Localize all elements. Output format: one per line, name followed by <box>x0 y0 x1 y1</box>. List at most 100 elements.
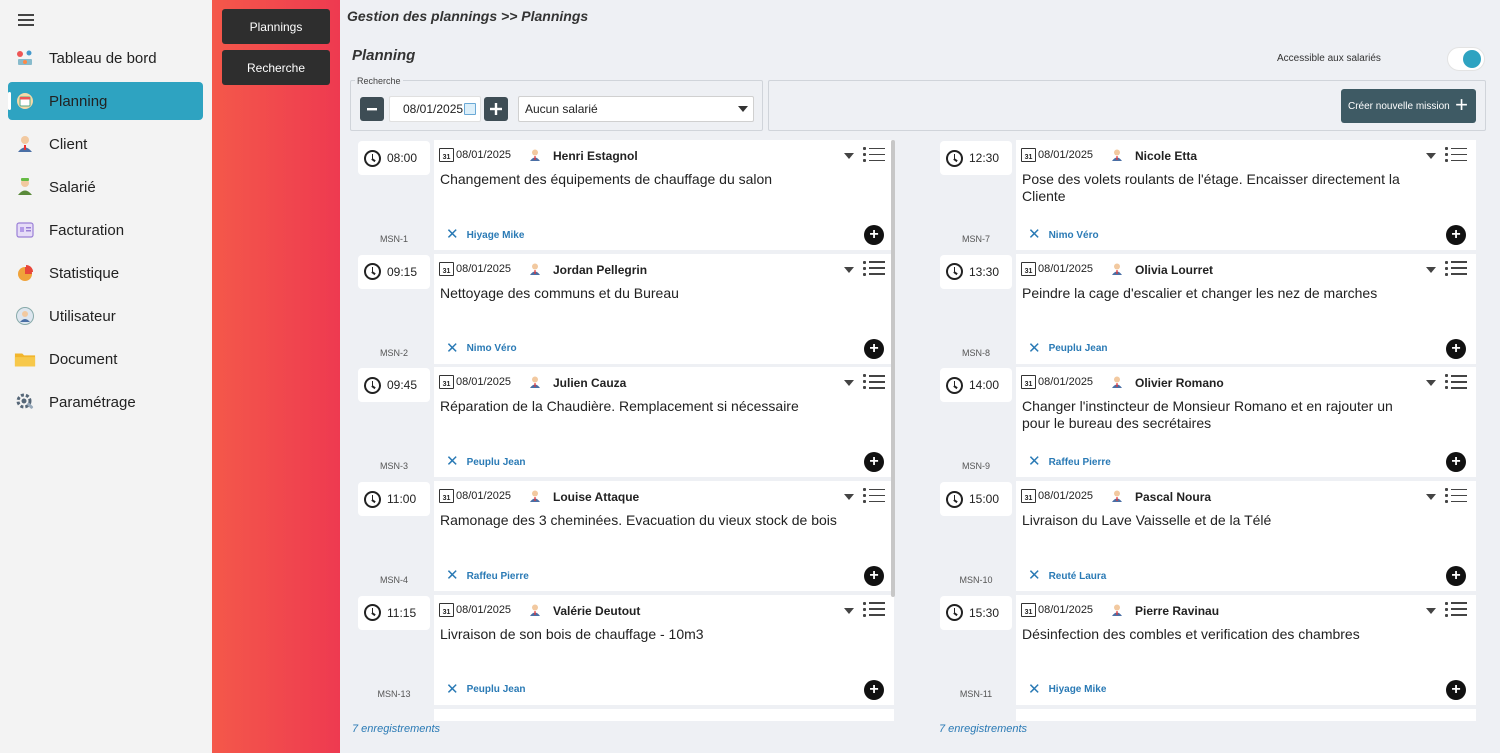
mission-assignee-name[interactable]: Peuplu Jean <box>1049 343 1108 354</box>
add-assignee-button[interactable]: + <box>864 566 884 587</box>
chevron-down-icon[interactable] <box>844 607 854 614</box>
remove-assignee-icon[interactable]: ✕ <box>446 454 459 469</box>
chevron-down-icon[interactable] <box>844 153 854 159</box>
remove-assignee-icon[interactable]: ✕ <box>1028 568 1041 583</box>
add-assignee-button[interactable]: + <box>1446 452 1466 473</box>
remove-assignee-icon[interactable]: ✕ <box>1028 682 1041 697</box>
sidebar-item-salarie[interactable]: Salarié <box>8 168 203 206</box>
list-icon[interactable] <box>1445 260 1467 278</box>
mission-assignee-name[interactable]: Reuté Laura <box>1049 571 1107 582</box>
calendar-icon[interactable] <box>464 103 476 115</box>
add-assignee-button[interactable]: + <box>1446 338 1466 359</box>
list-icon[interactable] <box>1445 487 1467 505</box>
sidebar-item-planning[interactable]: Planning <box>8 82 203 120</box>
sidebar-item-client[interactable]: Client <box>8 125 203 163</box>
list-icon[interactable] <box>1445 146 1467 164</box>
remove-assignee-icon[interactable]: ✕ <box>1028 341 1041 356</box>
add-assignee-button[interactable]: + <box>864 679 884 700</box>
chevron-down-icon[interactable] <box>1426 153 1436 159</box>
sidebar-item-document[interactable]: Document <box>8 340 203 378</box>
list-icon[interactable] <box>863 146 885 164</box>
mission-assignee-name[interactable]: Raffeu Pierre <box>1049 457 1111 468</box>
sidebar-item-facturation[interactable]: Facturation <box>8 211 203 249</box>
date-value: 08/01/2025 <box>403 102 464 116</box>
date-input[interactable]: 08/01/2025 <box>389 96 481 122</box>
mission-client: Pierre Ravinau <box>1135 603 1220 618</box>
mission-card[interactable]: 09:15 MSN-2 31 08/01/2025 Jordan Pellegr… <box>354 253 894 364</box>
list-icon[interactable] <box>863 373 885 391</box>
remove-assignee-icon[interactable]: ✕ <box>446 227 459 242</box>
remove-assignee-icon[interactable]: ✕ <box>1028 454 1041 469</box>
mission-assignee-name[interactable]: Hiyage Mike <box>467 230 525 241</box>
mission-assignee-name[interactable]: Peuplu Jean <box>467 457 526 468</box>
accessible-toggle[interactable] <box>1447 47 1485 71</box>
mission-card[interactable]: 14:00 MSN-9 31 08/01/2025 Olivier Romano… <box>936 367 1476 478</box>
add-assignee-button[interactable]: + <box>864 338 884 359</box>
sidebar-item-tableau-de-bord[interactable]: Tableau de bord <box>8 39 203 77</box>
sidebar-item-utilisateur[interactable]: Utilisateur <box>8 297 203 335</box>
chevron-down-icon[interactable] <box>1426 607 1436 614</box>
chevron-down-icon[interactable] <box>1426 380 1436 387</box>
remove-assignee-icon[interactable]: ✕ <box>446 682 459 697</box>
recherche-button[interactable]: Recherche <box>222 50 330 85</box>
employee-select-value: Aucun salarié <box>525 102 598 116</box>
create-mission-button[interactable]: Créer nouvelle mission + <box>1341 89 1476 123</box>
chevron-down-icon[interactable] <box>844 494 854 501</box>
sidebar-item-statistique[interactable]: Statistique <box>8 254 203 292</box>
mission-assignee-name[interactable]: Raffeu Pierre <box>467 571 529 582</box>
client-icon <box>14 133 36 155</box>
mission-card[interactable]: 08:00 MSN-1 31 08/01/2025 Henri Estagnol… <box>354 140 894 250</box>
mission-card[interactable]: 11:15 MSN-13 31 08/01/2025 Valérie Deuto… <box>354 594 894 705</box>
mission-time: 15:00 <box>940 482 1012 517</box>
previous-day-button[interactable] <box>360 97 384 121</box>
next-day-button[interactable] <box>484 97 508 121</box>
hamburger-menu-icon[interactable] <box>18 14 34 26</box>
mission-body: 31 08/01/2025 Olivier Romano Changer l'i… <box>1016 367 1476 478</box>
mission-card-partial[interactable] <box>434 708 894 721</box>
sidebar-item-label: Facturation <box>49 221 125 239</box>
add-assignee-button[interactable]: + <box>1446 566 1466 587</box>
list-icon[interactable] <box>1445 373 1467 391</box>
chevron-down-icon[interactable] <box>844 266 854 273</box>
mission-client: Jordan Pellegrin <box>553 262 648 277</box>
plannings-button[interactable]: Plannings <box>222 9 330 44</box>
add-assignee-button[interactable]: + <box>864 225 884 245</box>
employee-select[interactable]: Aucun salarié <box>518 96 754 122</box>
mission-assignee-name[interactable]: Nimo Véro <box>467 343 517 354</box>
calendar-icon: 31 <box>1021 375 1036 390</box>
mission-description: Désinfection des combles et verification… <box>1022 625 1360 642</box>
mission-assignee-name[interactable]: Peuplu Jean <box>467 684 526 695</box>
mission-card[interactable]: 15:00 MSN-10 31 08/01/2025 Pascal Noura … <box>936 481 1476 592</box>
list-icon[interactable] <box>863 487 885 505</box>
mission-date: 31 08/01/2025 <box>439 489 511 504</box>
remove-assignee-icon[interactable]: ✕ <box>446 568 459 583</box>
mission-assignee: ✕ Nimo Véro <box>446 341 517 356</box>
list-icon[interactable] <box>863 260 885 278</box>
chevron-down-icon[interactable] <box>844 380 854 387</box>
add-assignee-button[interactable]: + <box>1446 225 1466 245</box>
list-icon[interactable] <box>863 601 885 619</box>
sidebar-item-parametrage[interactable]: Paramétrage <box>8 383 203 421</box>
mission-card[interactable]: 13:30 MSN-8 31 08/01/2025 Olivia Lourret… <box>936 253 1476 364</box>
mission-card[interactable]: 12:30 MSN-7 31 08/01/2025 Nicole Etta Po… <box>936 140 1476 250</box>
chevron-down-icon[interactable] <box>1426 266 1436 273</box>
remove-assignee-icon[interactable]: ✕ <box>446 341 459 356</box>
chevron-down-icon[interactable] <box>1426 494 1436 501</box>
clock-icon <box>946 604 963 622</box>
mission-assignee-name[interactable]: Nimo Véro <box>1049 230 1099 241</box>
sidebar-item-label: Paramétrage <box>49 393 136 411</box>
mission-card[interactable]: 15:30 MSN-11 31 08/01/2025 Pierre Ravina… <box>936 594 1476 705</box>
mission-card-partial[interactable] <box>1016 708 1476 721</box>
remove-assignee-icon[interactable]: ✕ <box>1028 227 1041 242</box>
clock-icon <box>946 490 963 508</box>
add-assignee-button[interactable]: + <box>864 452 884 473</box>
records-count-left: 7 enregistrements <box>352 723 441 735</box>
list-icon[interactable] <box>1445 601 1467 619</box>
add-assignee-button[interactable]: + <box>1446 679 1466 700</box>
mission-card[interactable]: 09:45 MSN-3 31 08/01/2025 Julien Cauza R… <box>354 367 894 478</box>
mission-description: Changement des équipements de chauffage … <box>440 171 773 187</box>
plus-icon: + <box>1455 92 1468 117</box>
mission-card[interactable]: 11:00 MSN-4 31 08/01/2025 Louise Attaque… <box>354 481 894 592</box>
scrollbar-left[interactable] <box>891 140 895 597</box>
mission-assignee-name[interactable]: Hiyage Mike <box>1049 684 1107 695</box>
